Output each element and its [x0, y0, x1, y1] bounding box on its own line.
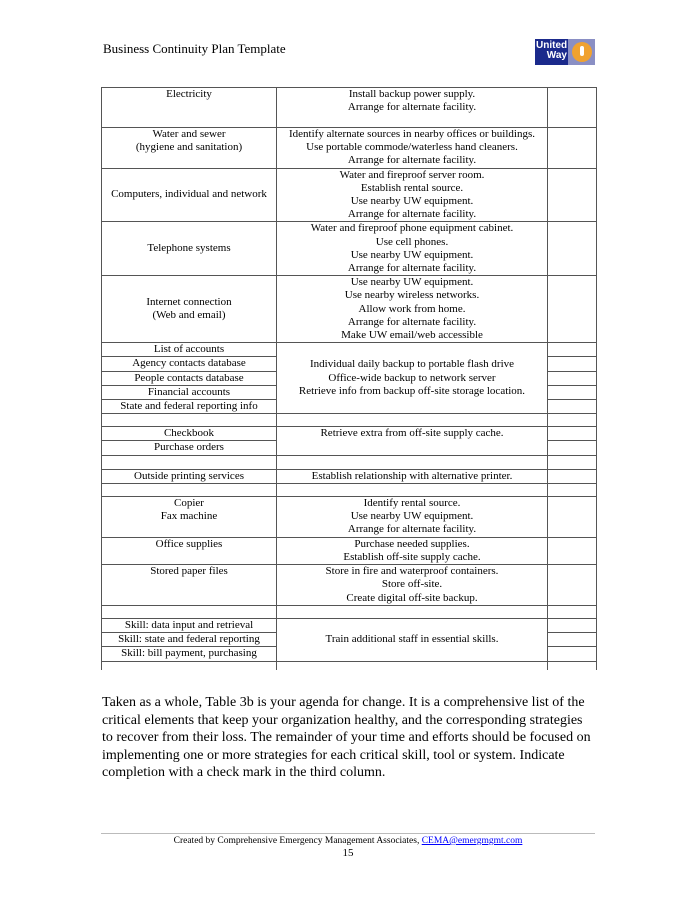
- completion-cell[interactable]: [547, 564, 597, 606]
- completion-cell[interactable]: [547, 426, 597, 442]
- table-row: Office supplies Purchase needed supplies…: [101, 536, 597, 566]
- completion-cell[interactable]: [547, 660, 597, 670]
- completion-cell[interactable]: [547, 617, 597, 634]
- table-row: Internet connection (Web and email) Use n…: [101, 275, 597, 344]
- completion-cell[interactable]: [547, 482, 597, 497]
- completion-cell[interactable]: [547, 275, 597, 344]
- completion-cell[interactable]: [547, 167, 597, 223]
- completion-cell[interactable]: [547, 536, 597, 566]
- completion-cell[interactable]: [547, 632, 597, 648]
- table-row: [101, 454, 597, 470]
- table-row: Skill: data input and retrieval Train ad…: [101, 617, 597, 662]
- completion-cell[interactable]: [547, 370, 597, 386]
- completion-cell[interactable]: [547, 646, 597, 662]
- table-row: Stored paper files Store in fire and wat…: [101, 564, 597, 606]
- table-row: Telephone systems Water and fireproof ph…: [101, 221, 597, 277]
- table-row: Electricity Install backup power supply.…: [101, 87, 597, 128]
- table-row: Copier Fax machine Identify rental source…: [101, 495, 597, 538]
- completion-cell[interactable]: [547, 342, 597, 358]
- body-paragraph: Taken as a whole, Table 3b is your agend…: [102, 695, 591, 780]
- completion-cell[interactable]: [547, 399, 597, 415]
- completion-cell[interactable]: [547, 440, 597, 456]
- table-row: Water and sewer (hygiene and sanitation) …: [101, 127, 597, 169]
- completion-cell[interactable]: [547, 384, 597, 401]
- completion-cell[interactable]: [547, 413, 597, 428]
- table-row: [101, 604, 597, 619]
- united-way-logo: United Way: [535, 39, 595, 65]
- table-row: [101, 660, 597, 670]
- completion-cell[interactable]: [547, 604, 597, 619]
- document-header-title: Business Continuity Plan Template: [103, 41, 286, 56]
- footer-credit: Created by Comprehensive Emergency Manag…: [173, 836, 523, 846]
- footer-divider: [101, 833, 595, 834]
- strategies-table: Electricity Install backup power supply.…: [101, 87, 597, 670]
- united-way-hand-icon: [571, 42, 592, 62]
- table-row: [101, 482, 597, 497]
- footer-email-link[interactable]: CEMA@emergmgmt.com: [422, 836, 523, 846]
- completion-cell[interactable]: [547, 468, 597, 484]
- table-row: Computers, individual and network Water …: [101, 167, 597, 223]
- page-number: 15: [342, 847, 354, 859]
- table-row: Checkbook Retrieve extra from off-site s…: [101, 426, 597, 456]
- table-row: Outside printing services Establish relat…: [101, 468, 597, 484]
- completion-cell[interactable]: [547, 356, 597, 372]
- completion-cell[interactable]: [547, 127, 597, 169]
- table-row: [101, 413, 597, 428]
- table-row: List of accounts Individual daily backup…: [101, 342, 597, 415]
- completion-cell[interactable]: [547, 87, 597, 128]
- completion-cell[interactable]: [547, 454, 597, 470]
- completion-cell[interactable]: [547, 221, 597, 277]
- completion-cell[interactable]: [547, 495, 597, 538]
